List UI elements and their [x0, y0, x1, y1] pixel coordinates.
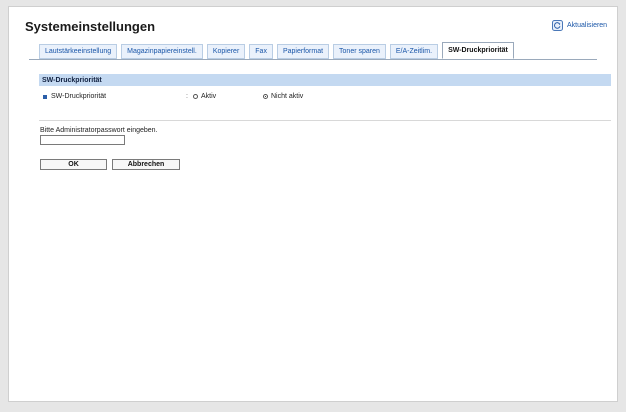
settings-panel: Systemeinstellungen Aktualisieren Lautst…	[8, 6, 618, 402]
radio-aktiv-indicator[interactable]	[193, 94, 198, 99]
radio-nicht-aktiv-label: Nicht aktiv	[271, 93, 304, 100]
tab-sw-druckprioritaet[interactable]: SW-Druckpriorität	[442, 42, 514, 59]
radio-aktiv[interactable]: Aktiv	[193, 93, 216, 100]
admin-password-prompt: Bitte Administratorpasswort eingeben.	[40, 127, 158, 134]
refresh-icon	[552, 19, 563, 31]
radio-nicht-aktiv[interactable]: Nicht aktiv	[263, 93, 303, 100]
radio-nicht-aktiv-indicator[interactable]	[263, 94, 268, 99]
radio-aktiv-label: Aktiv	[201, 93, 217, 100]
tab-magazinpapiereinstellung[interactable]: Magazinpapiereinstell.	[121, 44, 203, 59]
tab-bar: Lautstärkeeinstellung Magazinpapiereinst…	[39, 42, 514, 59]
tab-toner-sparen[interactable]: Toner sparen	[333, 44, 386, 59]
tab-ea-zeitlimit[interactable]: E/A-Zeitlim.	[389, 44, 439, 59]
refresh-button[interactable]: Aktualisieren	[552, 18, 607, 32]
tab-papierformat[interactable]: Papierformat	[276, 44, 330, 59]
tab-lautstaerkeeinstellung[interactable]: Lautstärkeeinstellung	[39, 44, 118, 59]
setting-separator: :	[186, 93, 188, 100]
bullet-icon	[43, 95, 47, 99]
divider	[39, 120, 611, 121]
page-title: Systemeinstellungen	[25, 19, 156, 34]
refresh-label: Aktualisieren	[567, 21, 608, 29]
section-header: SW-Druckpriorität	[39, 74, 611, 86]
tab-kopierer[interactable]: Kopierer	[206, 44, 246, 59]
setting-row: SW-Druckpriorität : Aktiv Nicht aktiv	[43, 93, 603, 103]
tab-fax[interactable]: Fax	[249, 44, 273, 59]
ok-button[interactable]: OK	[40, 159, 107, 170]
tab-divider	[29, 59, 597, 60]
setting-label: SW-Druckpriorität	[51, 93, 107, 100]
admin-password-field[interactable]	[40, 135, 125, 145]
cancel-button[interactable]: Abbrechen	[112, 159, 180, 170]
